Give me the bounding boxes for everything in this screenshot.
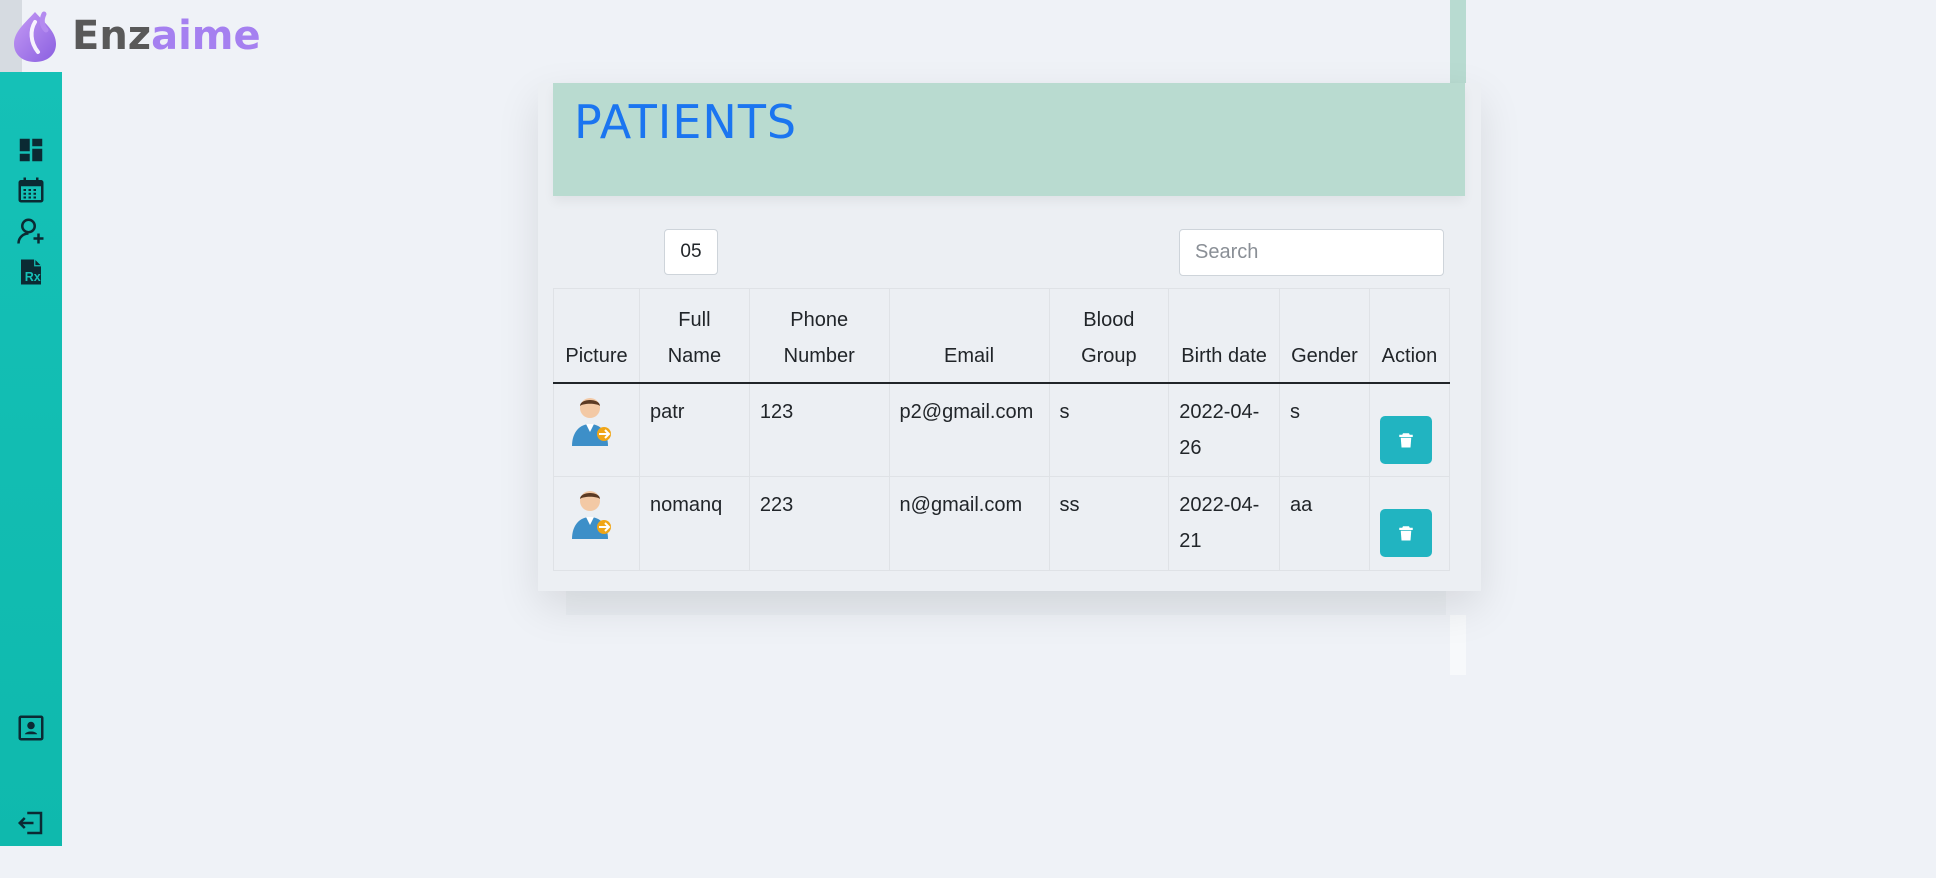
column-header-email[interactable]: Email bbox=[888, 288, 1050, 384]
action-cell bbox=[1368, 476, 1451, 571]
sidebar-item-profile[interactable] bbox=[15, 712, 47, 744]
sidebar-item-dashboard[interactable] bbox=[15, 134, 47, 166]
full-name-cell: nomanq bbox=[638, 476, 750, 571]
trash-icon bbox=[1399, 526, 1413, 541]
birth-date-cell: 2022-04-26 bbox=[1168, 382, 1280, 477]
calendar-icon bbox=[18, 177, 44, 203]
picture-cell bbox=[553, 476, 640, 571]
sidebar-item-prescriptions[interactable]: Rx bbox=[15, 256, 47, 288]
brand-name: Enzaime bbox=[72, 13, 261, 59]
patients-table: Picture Full Name Phone Number Email Blo… bbox=[553, 288, 1451, 571]
brand-logo[interactable]: Enzaime bbox=[8, 8, 261, 64]
email-cell: n@gmail.com bbox=[888, 476, 1050, 571]
picture-cell bbox=[553, 382, 640, 477]
brand-mark-icon bbox=[14, 11, 56, 62]
patient-avatar-icon bbox=[572, 491, 611, 539]
sidebar-item-calendar[interactable] bbox=[15, 174, 47, 206]
gender-cell: s bbox=[1278, 382, 1370, 477]
dashboard-icon bbox=[19, 138, 43, 162]
logout-icon bbox=[17, 811, 43, 835]
column-header-picture[interactable]: Picture bbox=[553, 288, 640, 384]
decorative-strip bbox=[1450, 615, 1466, 675]
phone-cell: 123 bbox=[748, 382, 890, 477]
user-add-icon bbox=[17, 218, 44, 244]
blood-group-cell: s bbox=[1048, 382, 1170, 477]
column-header-action: Action bbox=[1368, 288, 1451, 384]
phone-cell: 223 bbox=[748, 476, 890, 571]
full-name-cell: patr bbox=[638, 382, 750, 477]
patient-avatar bbox=[564, 487, 629, 541]
page-title: PATIENTS bbox=[574, 95, 798, 149]
patients-card: PATIENTS 05 Picture Full Name Phone Numb… bbox=[538, 83, 1481, 591]
column-header-full-name[interactable]: Full Name bbox=[638, 288, 750, 384]
column-header-birth-date[interactable]: Birth date bbox=[1168, 288, 1280, 384]
table-row: nomanq 223 n@gmail.com ss 2022-04-21 aa bbox=[553, 476, 1451, 571]
sidebar-item-add-patient[interactable] bbox=[15, 215, 47, 247]
birth-date-cell: 2022-04-21 bbox=[1168, 476, 1280, 571]
entries-per-page-select[interactable]: 05 bbox=[664, 229, 718, 275]
table-row: patr 123 p2@gmail.com s 2022-04-26 s bbox=[553, 382, 1451, 477]
search-input[interactable] bbox=[1179, 229, 1444, 276]
column-header-gender[interactable]: Gender bbox=[1278, 288, 1370, 384]
delete-patient-button[interactable] bbox=[1379, 415, 1432, 464]
column-header-phone[interactable]: Phone Number bbox=[748, 288, 890, 384]
blood-group-cell: ss bbox=[1048, 476, 1170, 571]
table-header-row: Picture Full Name Phone Number Email Blo… bbox=[553, 288, 1451, 384]
patient-avatar bbox=[564, 394, 629, 448]
gender-cell: aa bbox=[1278, 476, 1370, 571]
patient-avatar-icon bbox=[572, 397, 611, 446]
card-header: PATIENTS bbox=[553, 83, 1465, 196]
action-cell bbox=[1368, 382, 1451, 477]
delete-patient-button[interactable] bbox=[1379, 509, 1432, 557]
sidebar: Rx bbox=[0, 72, 62, 846]
svg-text:Rx: Rx bbox=[25, 270, 41, 284]
column-header-blood-group[interactable]: Blood Group bbox=[1048, 288, 1170, 384]
trash-icon bbox=[1399, 432, 1413, 447]
email-cell: p2@gmail.com bbox=[888, 382, 1050, 477]
sidebar-item-logout[interactable] bbox=[15, 807, 47, 839]
prescription-icon: Rx bbox=[21, 259, 41, 285]
contact-card-icon bbox=[18, 715, 44, 741]
